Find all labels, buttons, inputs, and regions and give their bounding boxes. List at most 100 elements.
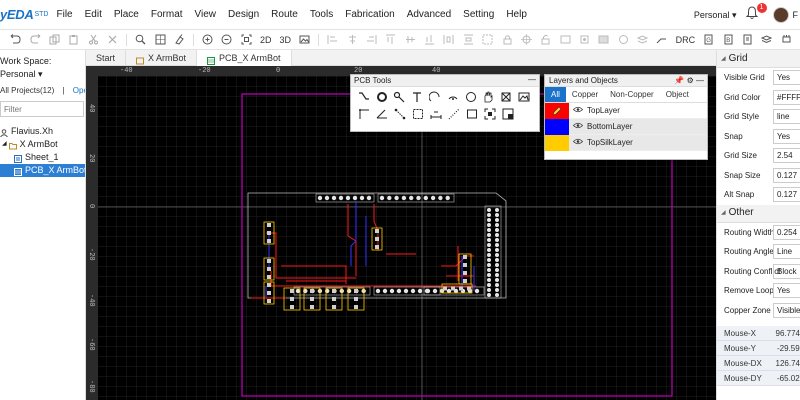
paste-icon[interactable] — [68, 33, 79, 47]
avatar[interactable] — [772, 7, 789, 23]
eye-icon[interactable] — [572, 122, 584, 131]
prop-value[interactable]: 0.127 — [773, 187, 800, 202]
prop-value[interactable]: 2.54 — [773, 148, 800, 163]
track-icon[interactable] — [357, 90, 371, 104]
minimize-icon[interactable]: — — [696, 76, 704, 85]
align-top-icon[interactable] — [385, 33, 396, 47]
menu-route[interactable]: Route — [271, 9, 298, 20]
workspace-dropdown[interactable]: Personal ▾ — [694, 10, 737, 21]
via-tool-icon[interactable] — [393, 90, 407, 104]
prop-value[interactable]: Yes — [773, 70, 800, 85]
prop-value[interactable]: Block — [773, 263, 800, 279]
pad-icon[interactable] — [579, 33, 590, 47]
hand-icon[interactable] — [482, 90, 496, 104]
photo-view-icon[interactable] — [501, 107, 515, 121]
layer-manager-icon[interactable] — [637, 33, 649, 47]
undo-icon[interactable] — [10, 33, 21, 47]
tab-schematic[interactable]: X ArmBot — [126, 50, 198, 66]
prop-value[interactable]: #FFFFFF — [773, 89, 800, 105]
layer-row-bottom[interactable]: BottomLayer — [545, 118, 707, 135]
layer-color-swatch[interactable] — [545, 118, 569, 135]
components-icon[interactable] — [781, 33, 792, 47]
menu-edit[interactable]: Edit — [85, 9, 102, 20]
copper-area-icon[interactable] — [499, 90, 513, 104]
cross-probe-icon[interactable] — [520, 33, 532, 47]
canvas-setting-icon[interactable] — [154, 33, 165, 47]
menu-help[interactable]: Help — [506, 9, 527, 20]
prop-value[interactable]: line — [773, 109, 800, 124]
filter-input[interactable] — [0, 101, 84, 117]
drc-button[interactable]: DRC — [676, 35, 696, 45]
tab-copper[interactable]: Copper — [566, 87, 604, 102]
hole-icon[interactable] — [447, 107, 461, 121]
prop-value[interactable]: Line — [773, 244, 800, 259]
unlock-icon[interactable] — [540, 33, 551, 47]
tree-item-pcb[interactable]: PCB_X ArmBot — [0, 164, 85, 177]
user-name[interactable]: F — [793, 10, 799, 20]
menu-setting[interactable]: Setting — [463, 9, 494, 20]
other-section-header[interactable]: ◢ Other — [717, 204, 800, 223]
menu-tools[interactable]: Tools — [310, 9, 333, 20]
prop-value[interactable]: Visible — [773, 302, 800, 318]
menu-design[interactable]: Design — [228, 9, 259, 20]
prop-value[interactable]: Yes — [773, 128, 800, 144]
eye-icon[interactable] — [572, 106, 584, 115]
align-left-icon[interactable] — [327, 33, 338, 47]
route-icon[interactable] — [656, 33, 667, 47]
align-bottom-icon[interactable] — [424, 33, 435, 47]
eye-icon[interactable] — [572, 138, 584, 147]
measure-icon[interactable] — [429, 107, 443, 121]
search-icon[interactable] — [135, 33, 146, 47]
bottom-layer-icon[interactable] — [598, 33, 609, 47]
layers-icon[interactable] — [761, 33, 773, 47]
prop-value[interactable]: 0.127 — [773, 167, 800, 183]
tab-non-copper[interactable]: Non-Copper — [604, 87, 660, 102]
top-layer-icon[interactable] — [559, 33, 571, 47]
tab-all[interactable]: All — [545, 87, 566, 102]
lock-icon[interactable] — [501, 33, 512, 47]
solid-region-icon[interactable] — [357, 107, 371, 121]
pin-icon[interactable]: 📌 — [674, 76, 684, 85]
redo-icon[interactable] — [29, 33, 40, 47]
bom-icon[interactable]: B — [722, 33, 733, 47]
fit-view-icon[interactable] — [241, 33, 252, 47]
rect-icon[interactable] — [411, 107, 425, 121]
image-icon[interactable] — [299, 33, 310, 47]
settings-gear-icon[interactable]: ⚙ — [687, 76, 694, 85]
prop-value[interactable]: Yes — [773, 283, 800, 298]
minimize-icon[interactable]: — — [528, 75, 536, 84]
pick-place-icon[interactable] — [742, 33, 753, 47]
align-center-icon[interactable] — [347, 33, 358, 47]
menu-file[interactable]: File — [56, 9, 72, 20]
cut-icon[interactable] — [87, 33, 98, 47]
arc-center-icon[interactable] — [446, 90, 460, 104]
menu-fabrication[interactable]: Fabrication — [345, 9, 394, 20]
rectangle-icon[interactable] — [465, 107, 479, 121]
tree-item-project[interactable]: ◢ X ArmBot — [0, 138, 85, 151]
align-middle-icon[interactable] — [405, 33, 416, 47]
copy-icon[interactable] — [49, 33, 60, 47]
distribute-h-icon[interactable] — [443, 33, 454, 47]
image-tool-icon[interactable] — [517, 90, 531, 104]
layer-color-swatch[interactable] — [545, 134, 569, 151]
zoom-out-icon[interactable] — [221, 33, 232, 47]
view-3d-button[interactable]: 3D — [279, 35, 291, 45]
gerber-icon[interactable]: G — [703, 33, 714, 47]
app-logo[interactable]: yEDA — [0, 7, 34, 22]
distribute-v-icon[interactable] — [463, 33, 474, 47]
open-project-link[interactable]: Ope — [73, 86, 85, 95]
prop-value[interactable]: 0.254 — [773, 224, 800, 240]
text-icon[interactable] — [410, 90, 424, 104]
arc-icon[interactable] — [428, 90, 442, 104]
tab-object[interactable]: Object — [660, 87, 695, 102]
group-icon[interactable] — [482, 33, 493, 47]
connect-pad-icon[interactable] — [393, 107, 407, 121]
pencil-icon[interactable] — [545, 102, 569, 119]
tree-item-user[interactable]: Flavius.Xh — [0, 125, 85, 138]
clean-icon[interactable] — [174, 33, 185, 47]
circle-icon[interactable] — [464, 90, 478, 104]
menu-format[interactable]: Format — [151, 9, 183, 20]
tab-start[interactable]: Start — [86, 50, 127, 66]
zoom-in-icon[interactable] — [202, 33, 213, 47]
workspace-select[interactable]: Personal ▾ — [0, 69, 85, 80]
